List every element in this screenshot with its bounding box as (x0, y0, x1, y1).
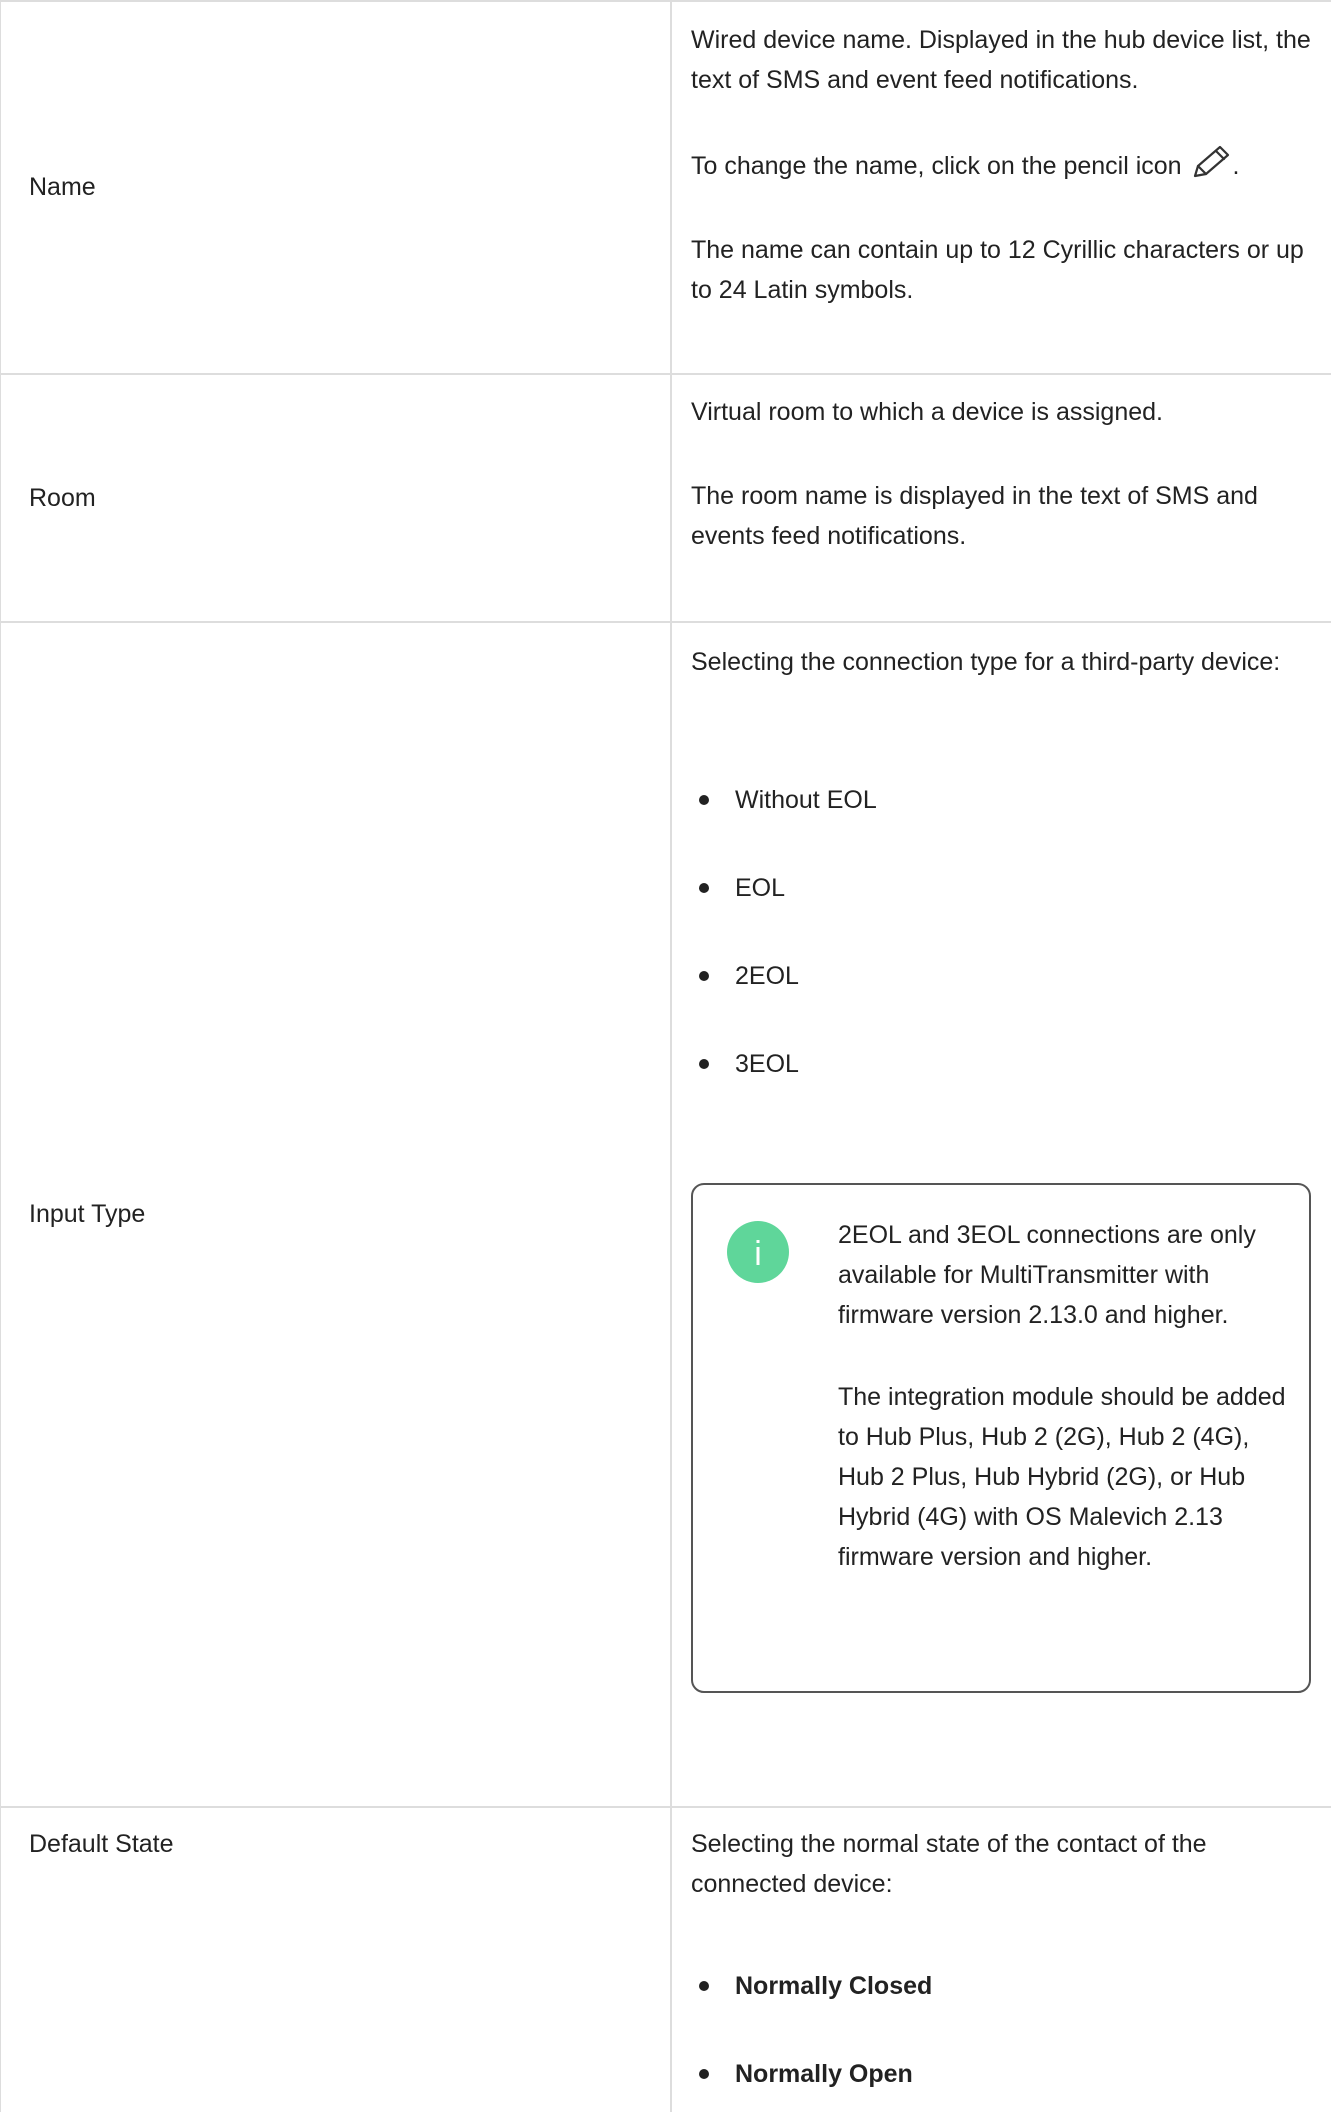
input-type-desc-1: Selecting the connection type for a thir… (691, 648, 1281, 676)
note-text-1: 2EOL and 3EOL connections are only avail… (838, 1221, 1256, 1329)
bullet-icon (699, 795, 709, 805)
bullet-icon (699, 1981, 709, 1991)
name-desc-3: The name can contain up to 12 Cyrillic c… (691, 236, 1304, 304)
param-default-state: Default State (29, 1830, 174, 1858)
param-input-type: Input Type (29, 1200, 146, 1228)
param-room: Room (29, 484, 96, 512)
note-text: 2EOL and 3EOL connections are only avail… (838, 1215, 1288, 1577)
input-type-description: Selecting the connection type for a thir… (691, 642, 1311, 682)
default-state-description: Selecting the normal state of the contac… (691, 1824, 1311, 1904)
name-description: Wired device name. Displayed in the hub … (691, 20, 1311, 310)
bullet-icon (699, 2069, 709, 2079)
info-glyph (756, 1240, 760, 1265)
room-description: Virtual room to which a device is assign… (691, 392, 1311, 556)
name-desc-2: To change the name, click on the pencil … (691, 144, 1311, 186)
name-desc-1: Wired device name. Displayed in the hub … (691, 26, 1311, 94)
table-left-border (0, 0, 1, 2112)
info-note: 2EOL and 3EOL connections are only avail… (691, 1183, 1311, 1693)
room-desc-1: Virtual room to which a device is assign… (691, 398, 1163, 426)
default-state-desc-1: Selecting the normal state of the contac… (691, 1830, 1207, 1898)
table-column-divider (670, 0, 672, 2112)
room-desc-2: The room name is displayed in the text o… (691, 482, 1258, 550)
bullet-icon (699, 1059, 709, 1069)
bullet-icon (699, 971, 709, 981)
bullet-icon (699, 883, 709, 893)
info-icon (727, 1221, 789, 1283)
param-name: Name (29, 173, 96, 201)
pencil-icon (1193, 145, 1229, 178)
note-text-2: The integration module should be added t… (838, 1383, 1286, 1571)
